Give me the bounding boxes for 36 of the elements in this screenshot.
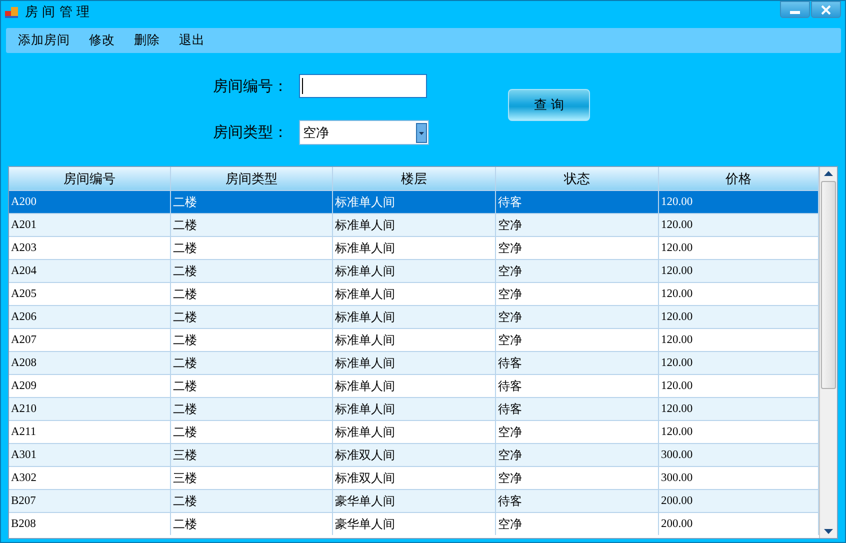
- table-row[interactable]: A207 二楼 标准单人间 空净 120.00: [9, 328, 819, 351]
- table-row[interactable]: A301 三楼 标准双人间 空净 300.00: [9, 443, 819, 466]
- table-cell: 空净: [496, 513, 659, 535]
- table-row[interactable]: A206 二楼 标准单人间 空净 120.00: [9, 305, 819, 328]
- minimize-button[interactable]: [780, 1, 810, 18]
- table-row[interactable]: A203 二楼 标准单人间 空净 120.00: [9, 236, 819, 259]
- menu-item[interactable]: 删除: [134, 32, 160, 49]
- scroll-thumb[interactable]: [821, 181, 836, 389]
- table-row[interactable]: A209 二楼 标准单人间 待客 120.00: [9, 374, 819, 397]
- vertical-scrollbar[interactable]: [819, 167, 837, 538]
- table-row[interactable]: A210 二楼 标准单人间 待客 120.00: [9, 397, 819, 420]
- table-row[interactable]: A200 二楼 标准单人间 待客 120.00: [9, 190, 819, 213]
- table-row[interactable]: A208 二楼 标准单人间 待客 120.00: [9, 351, 819, 374]
- room-type-dropdown[interactable]: 空净: [299, 120, 429, 145]
- table-cell: B208: [9, 513, 171, 535]
- table-row[interactable]: A302 三楼 标准双人间 空净 300.00: [9, 466, 819, 489]
- table-row[interactable]: B207 二楼 豪华单人间 待客 200.00: [9, 489, 819, 512]
- close-button[interactable]: [811, 1, 841, 18]
- app-icon: [5, 5, 19, 19]
- table-row[interactable]: A204 二楼 标准单人间 空净 120.00: [9, 259, 819, 282]
- field-label: 房间类型：: [213, 123, 289, 142]
- field-label: 房间编号：: [213, 76, 289, 96]
- menu-item[interactable]: 修改: [89, 32, 115, 49]
- query-button[interactable]: 查 询: [508, 88, 590, 120]
- close-icon: [821, 4, 831, 14]
- room-number-field[interactable]: [299, 74, 427, 98]
- table-row[interactable]: B208 二楼 豪华单人间 空净 200.00: [9, 512, 819, 535]
- menu-item[interactable]: 退出: [179, 32, 205, 49]
- minimize-icon: [790, 10, 800, 14]
- table-row[interactable]: A211 二楼 标准单人间 空净 120.00: [9, 420, 819, 443]
- menu-item[interactable]: 添加房间: [18, 32, 70, 49]
- table-cell: 二楼: [171, 513, 333, 535]
- window-title: 房 间 管 理: [25, 4, 90, 21]
- table-cell: 豪华单人间: [333, 513, 496, 535]
- table-row[interactable]: A201 二楼 标准单人间 空净 120.00: [9, 213, 819, 236]
- table-row[interactable]: A205 二楼 标准单人间 空净 120.00: [9, 282, 819, 305]
